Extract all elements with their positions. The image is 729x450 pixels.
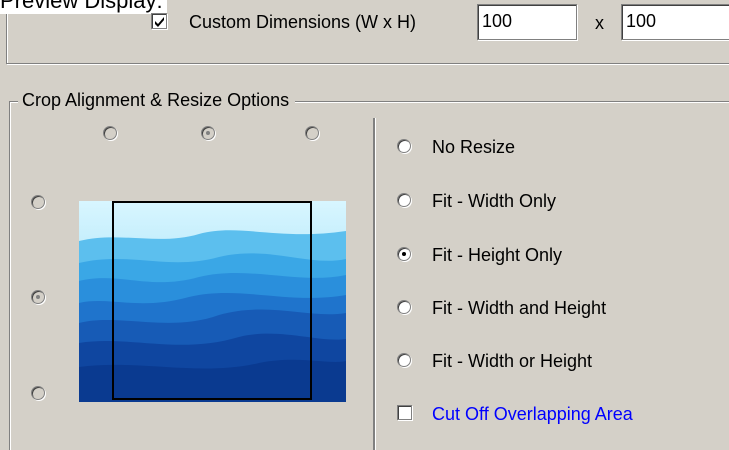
crop-rectangle[interactable] — [112, 201, 312, 400]
resize-fit-height-radio[interactable] — [397, 247, 411, 261]
resize-fit-width-or-height-radio[interactable] — [397, 353, 411, 367]
selected-dot-icon — [206, 131, 210, 135]
align-top-left-radio[interactable] — [103, 126, 117, 140]
selected-dot-icon — [36, 295, 40, 299]
align-side-top-radio[interactable] — [31, 195, 45, 209]
vertical-divider — [373, 118, 376, 450]
resize-fit-width-or-height-label: Fit - Width or Height — [432, 351, 593, 371]
resize-fit-width-label: Fit - Width Only — [432, 191, 557, 211]
resize-fit-height-label: Fit - Height Only — [432, 245, 563, 265]
resize-no-resize-radio[interactable] — [397, 139, 411, 153]
align-side-bottom-radio[interactable] — [31, 386, 45, 400]
checkmark-icon — [155, 17, 164, 27]
width-field[interactable]: 100 — [477, 4, 577, 40]
resize-fit-width-and-height-label: Fit - Width and Height — [432, 298, 607, 318]
cut-off-overlap-label: Cut Off Overlapping Area — [432, 404, 633, 424]
crop-resize-dialog: Preview Display: Custom Dimensions (W x … — [0, 0, 729, 450]
align-top-center-radio[interactable] — [201, 126, 215, 140]
resize-no-resize-label: No Resize — [432, 137, 516, 157]
custom-dimensions-label: Custom Dimensions (W x H) — [189, 12, 417, 32]
dimension-separator: x — [595, 13, 604, 33]
preview-display-label: Preview Display: — [0, 0, 167, 14]
custom-dimensions-checkbox[interactable] — [151, 13, 167, 29]
selected-dot-icon — [402, 252, 406, 256]
cut-off-overlap-checkbox[interactable] — [397, 405, 412, 420]
crop-group-title: Crop Alignment & Resize Options — [18, 89, 296, 111]
align-top-right-radio[interactable] — [305, 126, 319, 140]
align-side-middle-radio[interactable] — [31, 290, 45, 304]
resize-fit-width-and-height-radio[interactable] — [397, 300, 411, 314]
resize-fit-width-radio[interactable] — [397, 193, 411, 207]
height-field[interactable]: 100 — [621, 4, 729, 40]
